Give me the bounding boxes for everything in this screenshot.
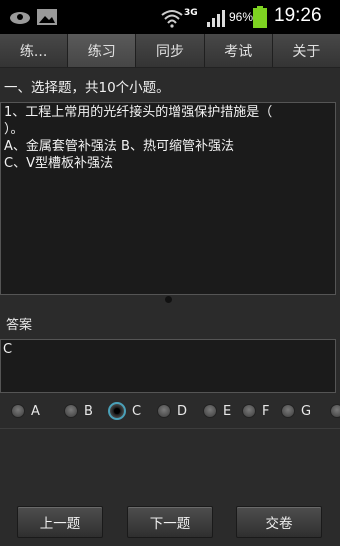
battery-icon — [253, 6, 267, 28]
bottom-bar: 上一题 下一题 交卷 — [0, 496, 340, 546]
tab-label: 关于 — [292, 43, 321, 60]
option-label: E — [223, 403, 232, 419]
option-a[interactable]: A — [11, 402, 40, 420]
resize-handle[interactable] — [0, 295, 340, 305]
tab-practice-truncated[interactable]: 练... — [0, 34, 69, 67]
answer-text: C — [3, 342, 13, 357]
option-label: F — [262, 403, 270, 419]
tab-bar: 练... 练习 同步 考试 关于 — [0, 34, 340, 68]
network-type-label: 3G — [184, 8, 198, 18]
option-label: D — [177, 403, 188, 419]
option-e[interactable]: E — [203, 402, 231, 420]
tab-label: 考试 — [224, 43, 253, 60]
image-notification-icon — [37, 9, 57, 25]
radio-button[interactable] — [330, 404, 340, 418]
option-b[interactable]: B — [64, 402, 93, 420]
battery-percentage: 96% — [229, 10, 254, 24]
previous-question-button[interactable]: 上一题 — [17, 506, 103, 538]
clock-time: 19:26 — [274, 5, 322, 26]
cloud-notification-icon — [10, 12, 30, 24]
option-d[interactable]: D — [157, 402, 187, 420]
wifi-icon — [161, 10, 183, 28]
option-label: C — [132, 403, 142, 419]
radio-button[interactable] — [281, 404, 295, 418]
radio-button[interactable] — [157, 404, 171, 418]
radio-button[interactable] — [11, 404, 25, 418]
radio-button[interactable] — [203, 404, 217, 418]
submit-exam-button[interactable]: 交卷 — [236, 506, 322, 538]
section-title: 一、选择题，共10个小题。 — [4, 80, 170, 96]
tab-exam[interactable]: 考试 — [204, 34, 273, 67]
option-label: G — [301, 403, 312, 419]
answer-box[interactable]: C — [0, 339, 336, 393]
tab-label: 同步 — [156, 43, 184, 60]
handle-dot — [165, 296, 172, 303]
tab-label: 练习 — [87, 43, 116, 60]
tab-label: 练... — [19, 43, 48, 60]
question-box[interactable]: 1、工程上常用的光纤接头的增强保护措施是（ ）。 A、金属套管补强法 B、热可缩… — [0, 102, 336, 295]
option-label: A — [31, 403, 40, 419]
question-text: 1、工程上常用的光纤接头的增强保护措施是（ ）。 A、金属套管补强法 B、热可缩… — [4, 105, 273, 171]
answer-options: A B C D E F G — [0, 398, 340, 424]
status-bar: 3G 96% 19:26 — [0, 0, 340, 34]
radio-button-selected[interactable] — [108, 402, 126, 420]
option-label: B — [84, 403, 93, 419]
option-more[interactable] — [330, 402, 340, 420]
option-f[interactable]: F — [242, 402, 269, 420]
option-g[interactable]: G — [281, 402, 311, 420]
radio-button[interactable] — [242, 404, 256, 418]
answer-title: 答案 — [6, 318, 33, 333]
tab-about[interactable]: 关于 — [272, 34, 340, 67]
next-question-button[interactable]: 下一题 — [127, 506, 213, 538]
signal-strength-icon — [207, 10, 225, 27]
tab-practice[interactable]: 练习 — [68, 34, 137, 67]
radio-button[interactable] — [64, 404, 78, 418]
divider — [0, 428, 340, 429]
tab-sync[interactable]: 同步 — [136, 34, 205, 67]
option-c[interactable]: C — [108, 402, 141, 420]
